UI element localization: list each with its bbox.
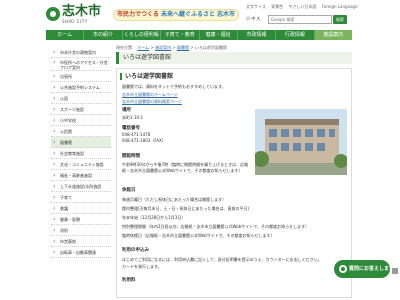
location-text: 本町1-10-1 [122,115,144,120]
chatbot-button[interactable]: 質問にお答えします [334,260,394,278]
site-logo[interactable]: 志木市 [62,5,101,19]
sidebar-item-parks[interactable]: 公園 [51,93,111,104]
sidebar-item-social-education[interactable]: 社会教育施設 [51,148,111,159]
scroll-top-icon[interactable] [392,268,398,274]
hours-text: 午前9時30分から午後7時（臨時に閉館時間を繰り上げるときは、広報紙・志木市立図… [122,162,249,173]
sidebar-item-childcare[interactable]: 子育て [51,192,111,203]
page-title: いろは遊学図書館 [116,52,352,64]
link-library-home[interactable]: 志木市立図書館のホームページ [122,91,182,98]
breadcrumb-facilities[interactable]: 施設案内 [155,45,171,50]
breadcrumb-library[interactable]: 図書館 [177,45,189,50]
section-heading-closed: 休館日 [122,188,136,193]
nav-item-city-policy[interactable]: 市政情報 [238,30,277,40]
fax-number: 048-471-1803（FAX） [122,138,166,143]
sidebar-item-health[interactable]: 健康・医療 [51,214,111,225]
closed-day-5: 臨時休館日（広報紙・志木市立図書館公式Webサイトで、その都度お知らせします） [122,233,275,238]
utility-link-foreign-language[interactable]: Foreign Language [322,4,358,9]
sidebar-item-welfare[interactable]: 福祉・高齢者施設 [51,170,111,181]
sidebar-item-schools[interactable]: 小中学校 [51,115,111,126]
city-emblem-icon[interactable] [46,7,60,21]
section-heading-phone: 電話番号 [122,126,140,131]
nav-item-health[interactable]: 健康・福祉 [200,30,238,40]
global-nav: ホーム 市の紹介 くらしの便利帳 子育て・教育 健康・福祉 市政情報 行政情報 … [46,30,352,40]
sidebar-item-sports[interactable]: スポーツ施設 [51,104,111,115]
closed-day-2: 館内整理日(毎月末日、土・日・祝休日にあたった場合は、直前の平日) [122,206,250,211]
utility-links: 文字サイズ 背景色 やさしい日本語 Foreign Language [246,4,396,12]
closed-day-3: 年末年始（12月28日から1月3日） [122,215,186,220]
breadcrumb-label: 現在位置 [116,45,132,50]
sidebar-item-culture[interactable]: 文化・コミュニティ施設 [51,159,111,170]
slogan-accent: 未来へ継ぐふるさと 志木市 [160,11,236,18]
facility-panel: いろは遊学図書館 図書館では、資料をネットで予約もおすすめしています。 志木市立… [116,68,352,298]
font-size-buttons[interactable]: 小 中 大 [246,16,261,22]
sidebar-item-branch-office[interactable]: 出張所 [51,71,111,82]
site-header: 志木市 SHIKI CITY 市民力でつくる 未来へ継ぐふるさと 志木市 文字サ… [0,0,400,28]
sidebar-item-cemetery[interactable]: 市営墓地 [51,236,111,247]
section-heading-fee: 利用料 [122,278,136,283]
related-links: 志木市立図書館のホームページ 志木市立図書館の資料検索ページ [122,91,182,105]
utility-link-text-size[interactable]: 文字サイズ [246,4,266,9]
utility-link-bg-color[interactable]: 背景色 [271,4,283,9]
sidebar-item-reservation[interactable]: 公共施設予約システム [51,82,111,93]
nav-item-home[interactable]: ホーム [46,30,85,40]
main-content: いろは遊学図書館 いろは遊学図書館 図書館では、資料をネットで予約もおすすめして… [116,52,352,298]
nav-item-admin[interactable]: 行政情報 [276,30,315,40]
sidebar-item-community-halls[interactable]: 公民館 [51,126,111,137]
search-input[interactable]: Google 検索 [268,15,332,24]
application-text-2: カードを発行します。 [122,264,162,269]
nav-item-facilities[interactable]: 施設案内 [314,30,352,40]
sidebar-item-access[interactable]: 市役所へのアクセス・庁舎フロア案内 [51,58,111,71]
section-heading-location: 場所 [122,108,131,113]
link-library-search[interactable]: 志木市立図書館の資料検索ページ [122,98,182,105]
chatbot-label: 質問にお答えします [349,266,395,272]
library-building-photo [255,109,347,175]
sidebar-item-fire[interactable]: 消防 [51,225,111,236]
breadcrumb-home[interactable]: ホーム [137,45,149,50]
application-text-1: はじめてご利用になるには、利用申込書に記入して、身分証明書を提示のうえ、カウンタ… [122,257,322,262]
sidebar: 市本庁舎の建物案内 市役所へのアクセス・庁舎フロア案内 出張所 公共施設予約シス… [51,47,111,258]
sidebar-item-city-hall-building[interactable]: 市本庁舎の建物案内 [51,47,111,58]
breadcrumb: 現在位置： ホーム > 施設案内 > 図書館 > いろは遊学図書館 [116,45,227,50]
section-heading-hours: 開館時間 [122,154,140,159]
city-slogan: 市民力でつくる 未来へ継ぐふるさと 志木市 [113,9,239,21]
sidebar-item-rescue[interactable]: 救護 [51,203,111,214]
utility-link-easy-japanese[interactable]: やさしい日本語 [288,4,316,9]
section-heading-application: 利用の申込み [122,248,149,253]
nav-item-living[interactable]: くらしの便利帳 [123,30,162,40]
nav-item-childcare[interactable]: 子育て・教育 [161,30,200,40]
search-button[interactable]: 検索 [333,15,347,24]
nav-item-city-intro[interactable]: 市の紹介 [84,30,123,40]
sidebar-item-water[interactable]: 上下水道施設/水防施設 [51,181,111,192]
breadcrumb-current: いろは遊学図書館 [194,45,227,50]
closed-day-4: 特別整理期間（年内2日程以内、広報紙・志木市立図書館公式Webサイトで、その都度… [122,224,310,229]
closed-day-1: 毎週月曜日（ただし祝休日にあたった場合は開館します） [122,197,226,202]
facility-title: いろは遊学図書館 [120,73,173,80]
sidebar-item-vehicles[interactable]: 自転車・自動車関連 [51,247,111,258]
chat-icon [339,265,347,273]
sidebar-item-library[interactable]: 図書館 [51,137,111,148]
slogan-main: 市民力でつくる [116,11,159,18]
site-logo-subtitle: SHIKI CITY [62,19,88,24]
facility-intro: 図書館では、資料をネットで予約もおすすめしています。 [122,84,226,89]
